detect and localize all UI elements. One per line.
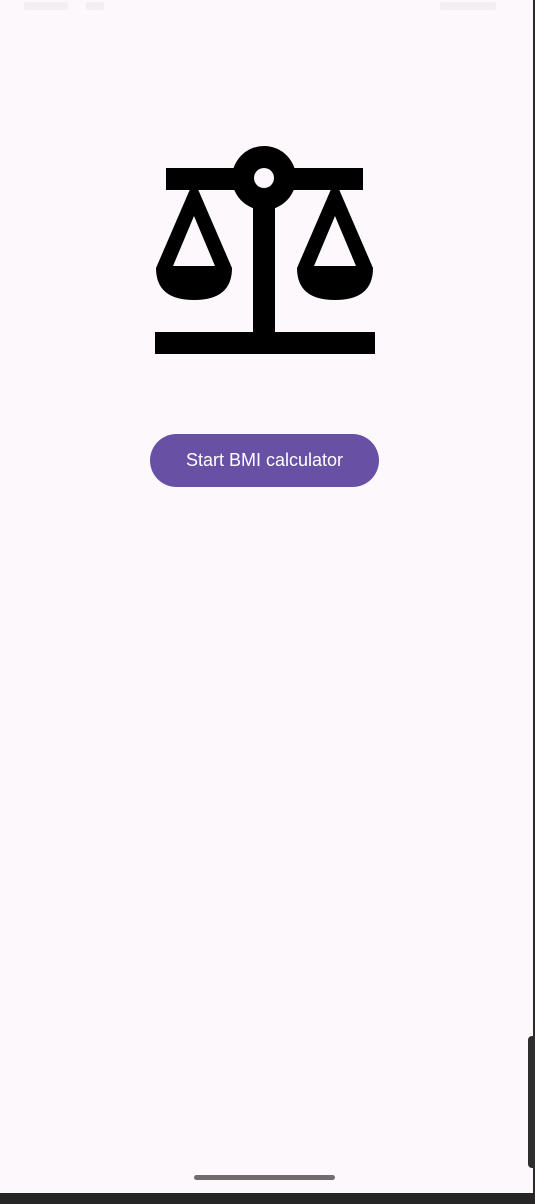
status-bar <box>0 0 535 18</box>
status-icon <box>440 2 496 10</box>
start-bmi-calculator-button[interactable]: Start BMI calculator <box>150 434 379 487</box>
start-button-label: Start BMI calculator <box>185 450 344 470</box>
app-screen: Start BMI calculator <box>0 0 535 1204</box>
navigation-bar <box>0 1193 535 1204</box>
scroll-indicator[interactable] <box>528 1036 535 1168</box>
home-indicator[interactable] <box>194 1175 335 1180</box>
scale-balance-icon <box>155 146 375 354</box>
status-icon <box>24 2 68 10</box>
status-icon <box>86 2 104 10</box>
